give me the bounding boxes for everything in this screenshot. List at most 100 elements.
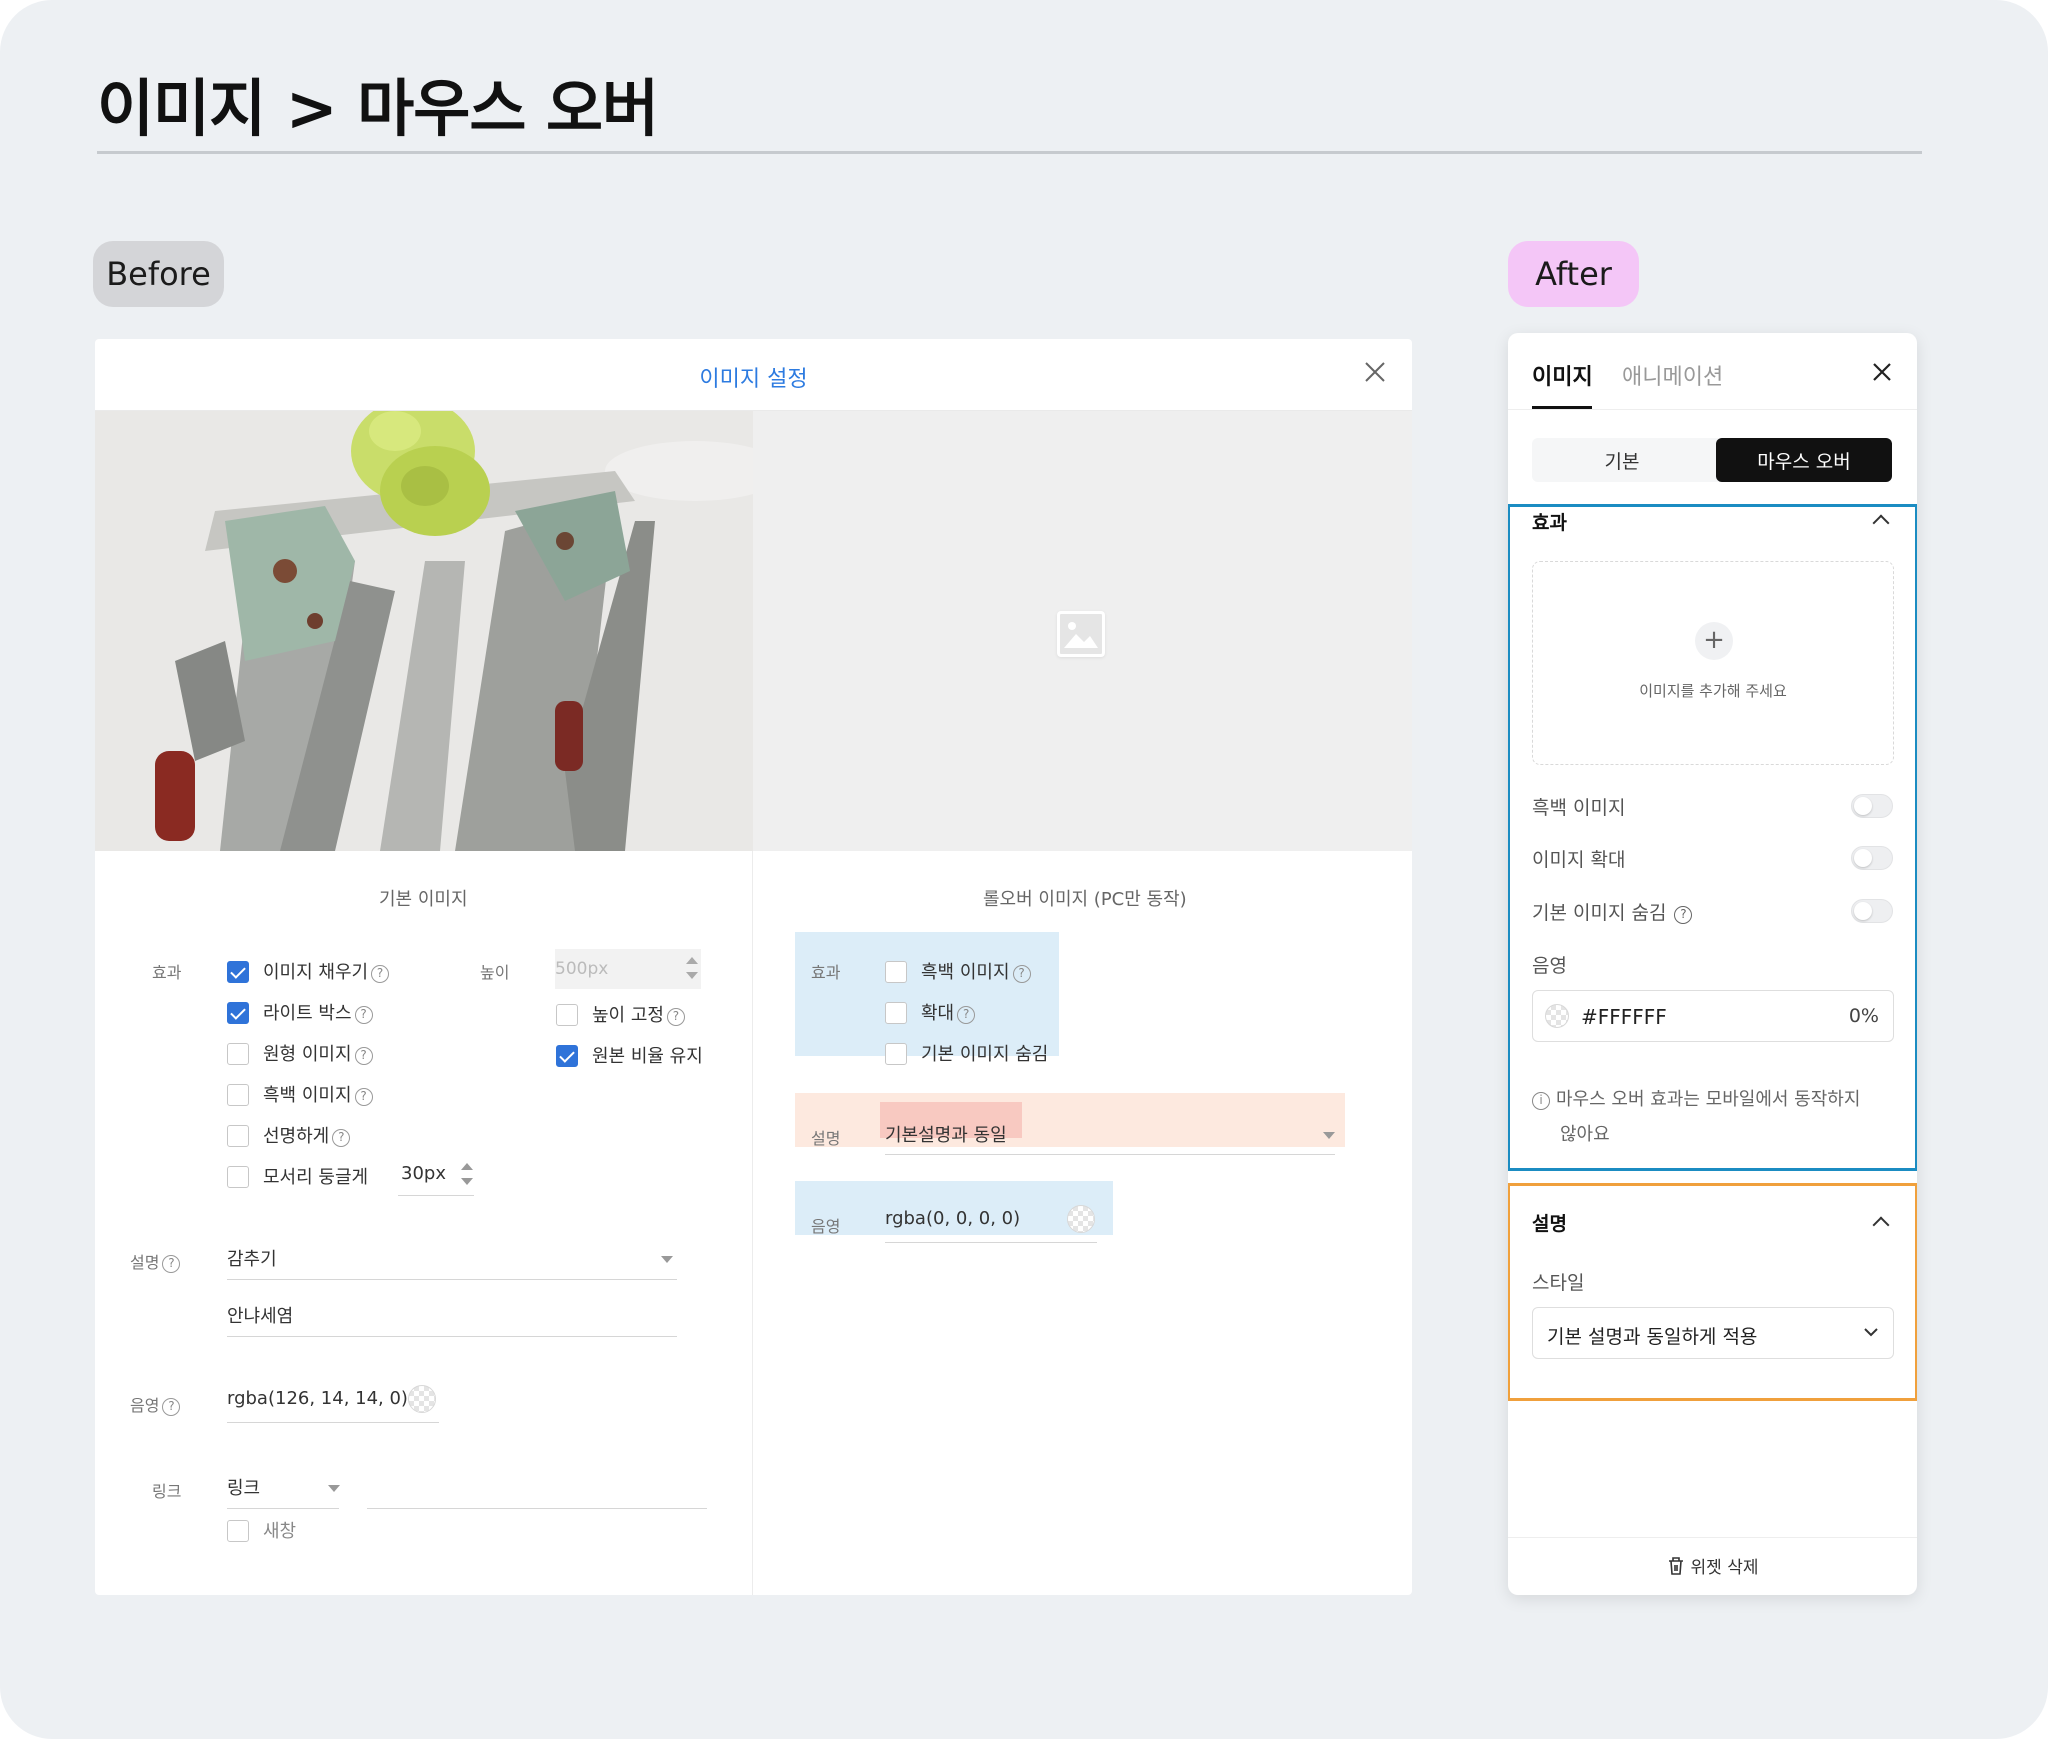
- rollover-grayscale-label: 흑백 이미지?: [921, 958, 1031, 984]
- description-text[interactable]: 안냐세염: [227, 1302, 293, 1328]
- rollover-description-highlight: [795, 1093, 1345, 1147]
- fix-height-checkbox[interactable]: [556, 1004, 578, 1026]
- basic-image-caption: 기본 이미지: [379, 889, 468, 910]
- shadow-label: 음영: [1532, 955, 1567, 977]
- close-icon[interactable]: [1871, 361, 1893, 383]
- zoom-toggle[interactable]: [1851, 846, 1893, 870]
- link-select-underline: [227, 1508, 339, 1509]
- rollover-effect-label: 효과: [811, 963, 841, 982]
- footer-divider: [1508, 1537, 1917, 1538]
- style-select[interactable]: 기본 설명과 동일하게 적용: [1532, 1307, 1894, 1359]
- shadow-value[interactable]: rgba(126, 14, 14, 0): [227, 1388, 408, 1409]
- delete-widget-button[interactable]: 위젯 삭제: [1508, 1553, 1917, 1578]
- rollover-grayscale-checkbox[interactable]: [885, 961, 907, 983]
- page-title: 이미지 > 마우스 오버: [97, 72, 659, 145]
- link-select[interactable]: 링크: [227, 1474, 260, 1500]
- corner-radius-value[interactable]: 30px: [401, 1163, 446, 1184]
- rollover-zoom-label: 확대?: [921, 999, 976, 1025]
- caret-down-icon[interactable]: [328, 1485, 340, 1492]
- dropzone-text: 이미지를 추가해 주세요: [1639, 682, 1787, 700]
- before-label: Before: [93, 241, 224, 307]
- grayscale-label: 흑백 이미지?: [263, 1081, 373, 1107]
- description-select[interactable]: 감추기: [227, 1245, 277, 1271]
- tab-animation[interactable]: 애니메이션: [1622, 359, 1723, 391]
- trash-icon: [1668, 1557, 1683, 1575]
- tab-image[interactable]: 이미지: [1532, 359, 1593, 391]
- image-dropzone[interactable]: + 이미지를 추가해 주세요: [1532, 561, 1894, 765]
- keep-ratio-label: 원본 비율 유지: [592, 1046, 703, 1067]
- corner-radius-underline: [398, 1195, 474, 1196]
- basic-image-preview[interactable]: [95, 411, 753, 851]
- ladder-photo: [95, 411, 753, 851]
- style-label: 스타일: [1532, 1272, 1585, 1294]
- info-icon: i: [1532, 1092, 1550, 1110]
- chevron-down-icon: [1864, 1328, 1878, 1337]
- column-divider: [752, 851, 753, 1595]
- dialog-title: 이미지 설정: [699, 367, 808, 392]
- fill-image-label: 이미지 채우기?: [263, 958, 390, 984]
- grayscale-toggle[interactable]: [1851, 794, 1893, 818]
- description-select-underline: [227, 1279, 677, 1280]
- fill-image-checkbox[interactable]: [227, 961, 249, 983]
- dialog-header: 이미지 설정: [95, 339, 1412, 411]
- plus-icon[interactable]: +: [1695, 622, 1733, 660]
- help-icon: ?: [162, 1255, 181, 1273]
- keep-ratio-checkbox[interactable]: [556, 1045, 578, 1067]
- tab-bar-divider: [1508, 409, 1917, 410]
- help-icon: ?: [957, 1006, 976, 1024]
- shadow-color-swatch[interactable]: [408, 1385, 436, 1413]
- rollover-effect-highlight: [795, 932, 1059, 1056]
- description-section-title: 설명: [1532, 1213, 1567, 1235]
- mobile-notice: i 마우스 오버 효과는 모바일에서 동작하지: [1532, 1085, 1860, 1111]
- segment-mouse-over[interactable]: 마우스 오버: [1716, 438, 1892, 482]
- height-input[interactable]: 500px: [555, 949, 701, 989]
- after-label: After: [1508, 241, 1639, 307]
- help-icon: ?: [666, 1008, 685, 1026]
- hide-base-toggle[interactable]: [1851, 899, 1893, 923]
- rollover-shadow-swatch[interactable]: [1067, 1205, 1095, 1233]
- rollover-shadow-value[interactable]: rgba(0, 0, 0, 0): [885, 1208, 1020, 1229]
- help-icon: ?: [332, 1129, 351, 1147]
- image-placeholder-icon: [1057, 611, 1105, 657]
- sharpen-checkbox[interactable]: [227, 1125, 249, 1147]
- rollover-hide-base-checkbox[interactable]: [885, 1043, 907, 1065]
- link-url-input[interactable]: [367, 1508, 707, 1509]
- help-icon: ?: [371, 965, 390, 983]
- shadow-opacity-value: 0%: [1848, 1005, 1879, 1027]
- style-select-value: 기본 설명과 동일하게 적용: [1547, 1326, 1758, 1348]
- color-swatch[interactable]: [1545, 1004, 1569, 1028]
- description-text-underline: [227, 1336, 677, 1337]
- circle-image-label: 원형 이미지?: [263, 1040, 373, 1066]
- help-icon: ?: [1012, 965, 1031, 983]
- shadow-color-input[interactable]: #FFFFFF 0%: [1532, 990, 1894, 1042]
- help-icon: ?: [354, 1047, 373, 1065]
- close-icon[interactable]: [1360, 357, 1390, 387]
- caret-down-icon[interactable]: [1323, 1132, 1335, 1139]
- lightbox-label: 라이트 박스?: [263, 999, 373, 1025]
- mode-segmented-control: 기본 마우스 오버: [1532, 438, 1892, 482]
- mobile-notice-cont: 않아요: [1560, 1124, 1610, 1145]
- rollover-description-label: 설명: [811, 1129, 841, 1148]
- lightbox-checkbox[interactable]: [227, 1002, 249, 1024]
- rollover-zoom-checkbox[interactable]: [885, 1002, 907, 1024]
- zoom-toggle-label: 이미지 확대: [1532, 849, 1626, 871]
- stepper-icon[interactable]: [685, 955, 699, 981]
- new-window-checkbox[interactable]: [227, 1520, 249, 1542]
- circle-image-checkbox[interactable]: [227, 1043, 249, 1065]
- grayscale-checkbox[interactable]: [227, 1084, 249, 1106]
- caret-down-icon[interactable]: [661, 1256, 673, 1263]
- rollover-shadow-label: 음영: [811, 1217, 841, 1236]
- fix-height-label: 높이 고정?: [592, 1001, 685, 1027]
- new-window-label: 새창: [263, 1521, 297, 1542]
- segment-basic[interactable]: 기본: [1532, 438, 1712, 482]
- shadow-color-value: #FFFFFF: [1581, 1005, 1667, 1029]
- rollover-description-underline: [885, 1154, 1335, 1155]
- rollover-shadow-underline: [885, 1242, 1097, 1243]
- sharpen-label: 선명하게?: [263, 1122, 351, 1148]
- rounded-corner-checkbox[interactable]: [227, 1166, 249, 1188]
- stepper-icon[interactable]: [460, 1161, 474, 1187]
- effect-section-title: 효과: [1532, 512, 1567, 534]
- height-placeholder: 500px: [555, 959, 609, 979]
- rollover-description-select[interactable]: 기본설명과 동일: [885, 1121, 1007, 1147]
- rollover-hide-base-label: 기본 이미지 숨김: [921, 1044, 1049, 1065]
